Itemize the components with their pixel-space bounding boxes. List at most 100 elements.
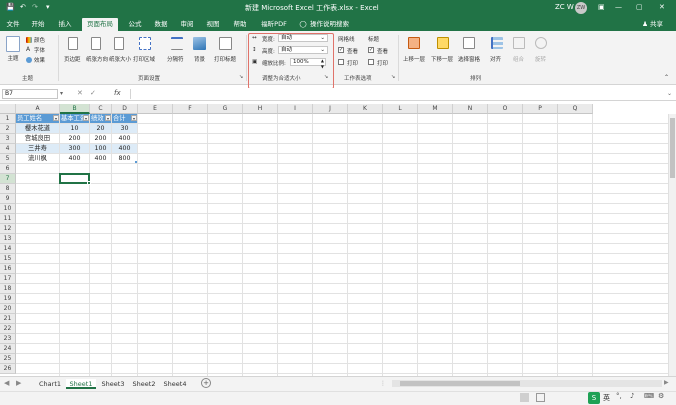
sheet-tab-sheet3[interactable]: Sheet3: [98, 379, 128, 389]
table-cell[interactable]: 100: [90, 144, 111, 153]
row-header-25[interactable]: 25: [0, 354, 16, 364]
row-header-1[interactable]: 1: [0, 114, 16, 124]
sheet-tab-sheet2[interactable]: Sheet2: [129, 379, 159, 389]
fonts-button[interactable]: 字体: [34, 46, 45, 54]
page-layout-view-icon[interactable]: [536, 393, 545, 402]
column-header-e[interactable]: E: [138, 104, 173, 114]
row-header-15[interactable]: 15: [0, 254, 16, 264]
share-button[interactable]: 共享: [650, 18, 672, 31]
ime-voice-icon[interactable]: ♪: [630, 392, 634, 400]
gridlines-print-checkbox[interactable]: [338, 59, 344, 65]
row-header-12[interactable]: 12: [0, 224, 16, 234]
scroll-right-arrow-icon[interactable]: ▶: [664, 379, 669, 386]
column-header-h[interactable]: H: [243, 104, 278, 114]
tab-page-layout[interactable]: 页面布局: [82, 18, 118, 31]
effects-button[interactable]: 效果: [34, 56, 45, 64]
tab-home[interactable]: 开始: [27, 18, 49, 31]
row-header-9[interactable]: 9: [0, 194, 16, 204]
print-area-button[interactable]: 打印区域: [133, 55, 155, 63]
insert-function-icon[interactable]: fx: [114, 89, 121, 97]
table-cell[interactable]: 800: [112, 154, 137, 163]
ime-language[interactable]: 英: [603, 393, 610, 403]
row-header-26[interactable]: 26: [0, 364, 16, 374]
column-header-f[interactable]: F: [173, 104, 208, 114]
orientation-button[interactable]: 纸张方向: [86, 55, 108, 63]
row-header-2[interactable]: 2: [0, 124, 16, 134]
table-cell[interactable]: 200: [60, 134, 89, 143]
table-header-cell[interactable]: 基本工资 ▾: [60, 114, 89, 123]
headings-view-checkbox[interactable]: ✓: [368, 47, 374, 53]
column-header-d[interactable]: D: [112, 104, 138, 114]
sheet-tab-sheet4[interactable]: Sheet4: [160, 379, 190, 389]
table-cell[interactable]: 樱木花道: [16, 124, 59, 133]
row-header-16[interactable]: 16: [0, 264, 16, 274]
tell-me-search[interactable]: 操作说明搜索: [310, 18, 356, 31]
ime-punctuation-icon[interactable]: °,: [616, 392, 622, 400]
table-header-cell[interactable]: 合计 ▾: [112, 114, 137, 123]
selection-pane-button[interactable]: 选择窗格: [458, 55, 480, 63]
send-backward-button[interactable]: 下移一层: [431, 55, 453, 63]
row-header-19[interactable]: 19: [0, 294, 16, 304]
worksheet-grid[interactable]: A B C D E F G H I J K L M N O P Q 1 2 3 4 5 6 7 8 9 10 11 12 13 14 15 16…: [0, 104, 676, 376]
row-header-22[interactable]: 22: [0, 324, 16, 334]
add-sheet-icon[interactable]: +: [201, 378, 211, 388]
themes-button[interactable]: 主题: [4, 54, 22, 62]
table-header-cell[interactable]: 绩效 ▾: [90, 114, 111, 123]
gridlines-view-checkbox[interactable]: ✓: [338, 47, 344, 53]
row-header-8[interactable]: 8: [0, 184, 16, 194]
row-header-10[interactable]: 10: [0, 204, 16, 214]
row-header-14[interactable]: 14: [0, 244, 16, 254]
tab-file[interactable]: 文件: [2, 18, 24, 31]
cancel-icon[interactable]: ✕: [77, 89, 83, 97]
column-header-g[interactable]: G: [208, 104, 243, 114]
row-header-17[interactable]: 17: [0, 274, 16, 284]
print-titles-button[interactable]: 打印标题: [214, 55, 236, 63]
column-header-k[interactable]: K: [348, 104, 383, 114]
column-header-j[interactable]: J: [313, 104, 348, 114]
margins-button[interactable]: 页边距: [64, 55, 81, 63]
row-header-13[interactable]: 13: [0, 234, 16, 244]
ime-logo-icon[interactable]: S: [588, 392, 600, 404]
quick-access-more-icon[interactable]: ▾: [46, 3, 50, 11]
table-cell[interactable]: 宫城良田: [16, 134, 59, 143]
normal-view-icon[interactable]: [520, 393, 529, 402]
themes-icon[interactable]: [6, 36, 20, 52]
column-header-a[interactable]: A: [16, 104, 60, 114]
minimize-icon[interactable]: —: [615, 3, 622, 11]
fill-handle[interactable]: [87, 181, 91, 185]
collapse-ribbon-icon[interactable]: ⌃: [664, 74, 669, 81]
scrollbar-thumb[interactable]: [670, 118, 675, 178]
filter-dropdown-icon[interactable]: ▾: [131, 115, 137, 121]
row-header-18[interactable]: 18: [0, 284, 16, 294]
column-header-n[interactable]: N: [453, 104, 488, 114]
table-header-cell[interactable]: 员工姓名 ▾: [16, 114, 59, 123]
name-box[interactable]: B7: [2, 89, 58, 99]
table-cell[interactable]: 400: [90, 154, 111, 163]
share-icon[interactable]: ♟: [640, 18, 650, 31]
save-icon[interactable]: 💾: [6, 3, 15, 11]
dialog-launcher-icon[interactable]: ↘: [239, 74, 243, 80]
row-header-3[interactable]: 3: [0, 134, 16, 144]
table-cell[interactable]: 400: [60, 154, 89, 163]
tab-foxit-pdf[interactable]: 福昕PDF: [256, 18, 292, 31]
enter-icon[interactable]: ✓: [90, 89, 96, 97]
active-cell[interactable]: [59, 173, 90, 184]
row-header-7[interactable]: 7: [0, 174, 16, 184]
colors-button[interactable]: 颜色: [34, 36, 45, 44]
dialog-launcher-icon[interactable]: ↘: [391, 74, 395, 80]
tab-data[interactable]: 数据: [150, 18, 172, 31]
filter-dropdown-icon[interactable]: ▾: [83, 115, 89, 121]
scroll-left-icon[interactable]: ◀: [4, 379, 9, 387]
tab-view[interactable]: 视图: [202, 18, 224, 31]
table-resize-handle[interactable]: [135, 161, 137, 163]
bring-forward-button[interactable]: 上移一层: [403, 55, 425, 63]
column-header-m[interactable]: M: [418, 104, 453, 114]
ime-settings-icon[interactable]: ⚙: [658, 392, 664, 400]
paper-size-button[interactable]: 纸张大小: [109, 55, 131, 63]
column-header-q[interactable]: Q: [558, 104, 593, 114]
row-header-6[interactable]: 6: [0, 164, 16, 174]
close-icon[interactable]: ✕: [659, 3, 665, 11]
formula-input[interactable]: [130, 89, 666, 99]
column-header-b[interactable]: B: [60, 104, 90, 114]
table-cell[interactable]: 400: [112, 134, 137, 143]
